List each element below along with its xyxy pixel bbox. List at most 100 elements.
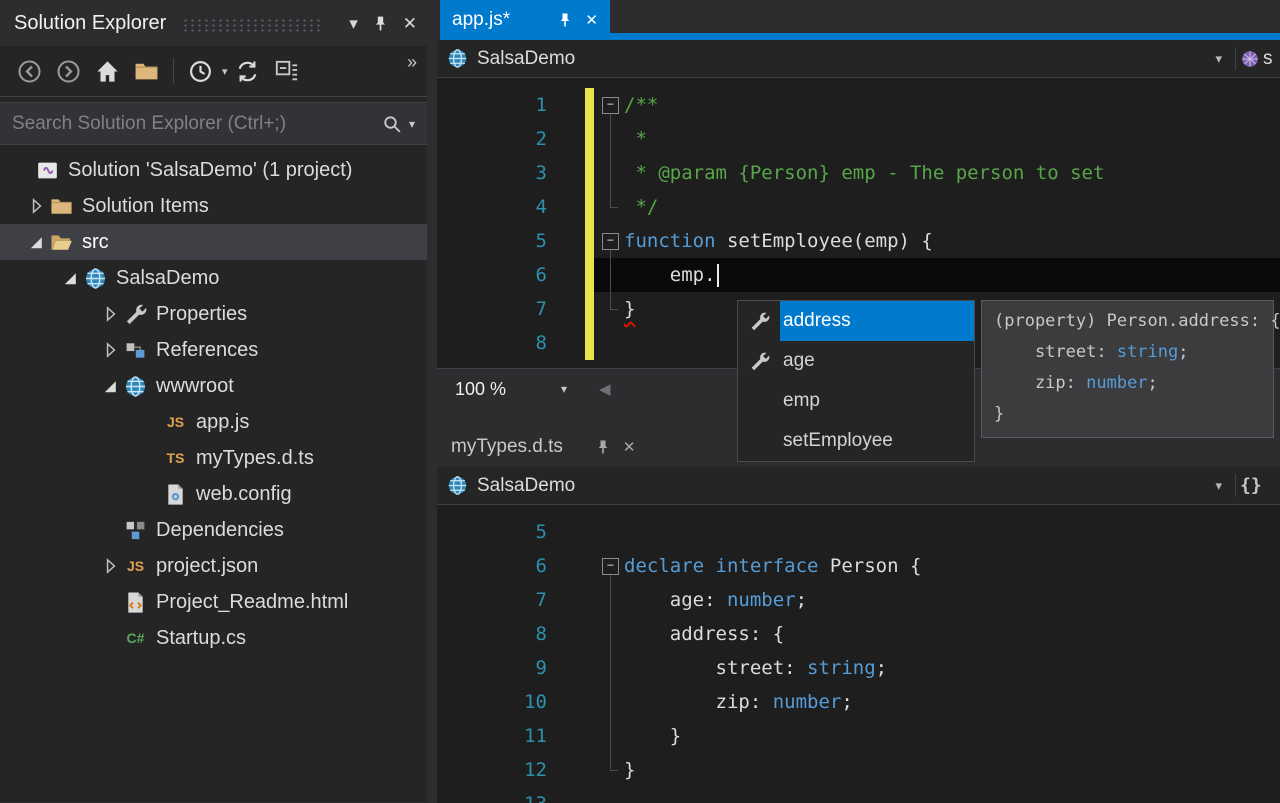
code-line-6[interactable]: 6−declare interface Person { [437,549,1280,583]
tree-item-solution-salsademo-1-project[interactable]: Solution 'SalsaDemo' (1 project) [0,152,427,188]
scroll-left-icon[interactable]: ◀ [599,380,611,398]
tab-mytypes[interactable]: myTypes.d.ts ✕ [437,427,650,467]
code-editor-mytypes[interactable]: 56−declare interface Person {7 age: numb… [437,505,1280,803]
completion-item-age[interactable]: age [738,341,974,381]
chevron-down-icon[interactable]: ▾ [1215,51,1222,67]
line-number: 1 [437,88,547,122]
pin-icon[interactable] [372,15,389,32]
code-segment: } [624,759,635,781]
chevron-expanded-icon[interactable] [60,267,82,289]
tree-item-label: Startup.cs [156,627,246,650]
code-segment: ; [876,657,887,679]
collapse-region-icon[interactable]: − [602,558,619,575]
line-content: zip: number; [594,685,1280,719]
filter-chevron-icon[interactable]: ▾ [222,65,228,78]
member-dropdown-partial[interactable]: {} [1240,467,1280,504]
tree-item-label: Solution Items [82,195,209,218]
tree-item-mytypes-d-ts[interactable]: TSmyTypes.d.ts [0,440,427,476]
tree-item-project-json[interactable]: JSproject.json [0,548,427,584]
tree-item-src[interactable]: src [0,224,427,260]
code-line-1[interactable]: 1 −/** [437,88,1280,122]
collapse-region-icon[interactable]: − [602,233,619,250]
back-icon[interactable] [17,59,42,84]
fold-toggle[interactable]: − [602,558,624,575]
refresh-icon[interactable] [235,59,260,84]
close-icon[interactable]: ✕ [585,11,598,29]
tree-item-properties[interactable]: Properties [0,296,427,332]
search-icon[interactable] [382,114,402,134]
project-dropdown[interactable]: SalsaDemo [477,48,575,70]
close-icon[interactable]: ✕ [403,15,417,32]
panel-title: Solution Explorer [14,12,166,35]
code-line-10[interactable]: 10 zip: number; [437,685,1280,719]
fold-toggle[interactable]: − [602,97,624,114]
line-number: 13 [437,787,547,803]
chevron-collapsed-icon[interactable] [100,339,122,361]
forward-icon[interactable] [56,59,81,84]
zoom-select[interactable]: 100 % ▾ [445,379,577,400]
project-dropdown[interactable]: SalsaDemo [477,475,575,497]
tree-item-app-js[interactable]: JSapp.js [0,404,427,440]
dependencies-icon [124,519,147,542]
tree-item-startup-cs[interactable]: C#Startup.cs [0,620,427,656]
outline-guide [610,113,618,208]
arrow-spacer [140,483,162,505]
code-segment: setEmployee(emp) { [716,230,933,252]
search-input[interactable]: Search Solution Explorer (Ctrl+;) ▾ [0,102,427,145]
tree-item-project-readme-html[interactable]: Project_Readme.html [0,584,427,620]
pin-icon[interactable] [557,12,573,28]
code-line-6[interactable]: 6 emp. [437,258,1280,292]
line-content: −function setEmployee(emp) { [594,224,1280,258]
search-options-chevron-icon[interactable]: ▾ [409,117,415,131]
code-line-3[interactable]: 3 * @param {Person} emp - The person to … [437,156,1280,190]
code-text: zip: number; [624,685,853,719]
collapse-region-icon[interactable]: − [602,97,619,114]
code-line-11[interactable]: 11 } [437,719,1280,753]
project-icon [447,48,468,69]
code-line-4[interactable]: 4 */ [437,190,1280,224]
collapse-all-icon[interactable] [274,59,299,84]
code-text: /** [624,88,658,122]
pin-icon[interactable] [595,439,611,455]
tree-item-wwwroot[interactable]: wwwroot [0,368,427,404]
home-icon[interactable] [95,59,120,84]
modified-line-indicator [585,156,594,190]
line-number: 4 [437,190,547,224]
completion-item-setemployee[interactable]: setEmployee [738,421,974,461]
tree-item-solution-items[interactable]: Solution Items [0,188,427,224]
code-text: * [624,122,647,156]
code-line-13[interactable]: 13 [437,787,1280,803]
code-line-2[interactable]: 2 * [437,122,1280,156]
drag-grip[interactable] [182,18,321,33]
member-dropdown-partial[interactable]: s [1240,40,1280,77]
sync-with-active-document-icon[interactable] [134,59,159,84]
code-segment: ; [796,589,807,611]
tree-item-web-config[interactable]: web.config [0,476,427,512]
tree-item-dependencies[interactable]: Dependencies [0,512,427,548]
code-line-9[interactable]: 9 street: string; [437,651,1280,685]
code-line-5[interactable]: 5−function setEmployee(emp) { [437,224,1280,258]
close-icon[interactable]: ✕ [623,438,636,456]
chevron-down-icon[interactable]: ▾ [1215,478,1222,494]
pending-changes-filter-icon[interactable] [188,59,213,84]
tree-item-salsademo[interactable]: SalsaDemo [0,260,427,296]
code-segment: emp. [624,264,716,286]
tab-appjs[interactable]: app.js* ✕ [440,0,610,40]
chevron-expanded-icon[interactable] [100,375,122,397]
toolbar-overflow-icon[interactable]: » [407,52,417,73]
tooltip-segment: string [1117,342,1178,362]
chevron-collapsed-icon[interactable] [100,303,122,325]
code-segment: * @param {Person} emp - The person to se… [624,162,1104,184]
fold-toggle[interactable]: − [602,233,624,250]
code-line-5[interactable]: 5 [437,515,1280,549]
chevron-expanded-icon[interactable] [26,231,48,253]
chevron-collapsed-icon[interactable] [26,195,48,217]
code-line-7[interactable]: 7 age: number; [437,583,1280,617]
completion-item-address[interactable]: address [738,301,974,341]
code-line-8[interactable]: 8 address: { [437,617,1280,651]
chevron-collapsed-icon[interactable] [100,555,122,577]
tree-item-references[interactable]: References [0,332,427,368]
window-position-chevron-icon[interactable]: ▾ [349,15,358,32]
completion-item-emp[interactable]: emp [738,381,974,421]
code-line-12[interactable]: 12} [437,753,1280,787]
